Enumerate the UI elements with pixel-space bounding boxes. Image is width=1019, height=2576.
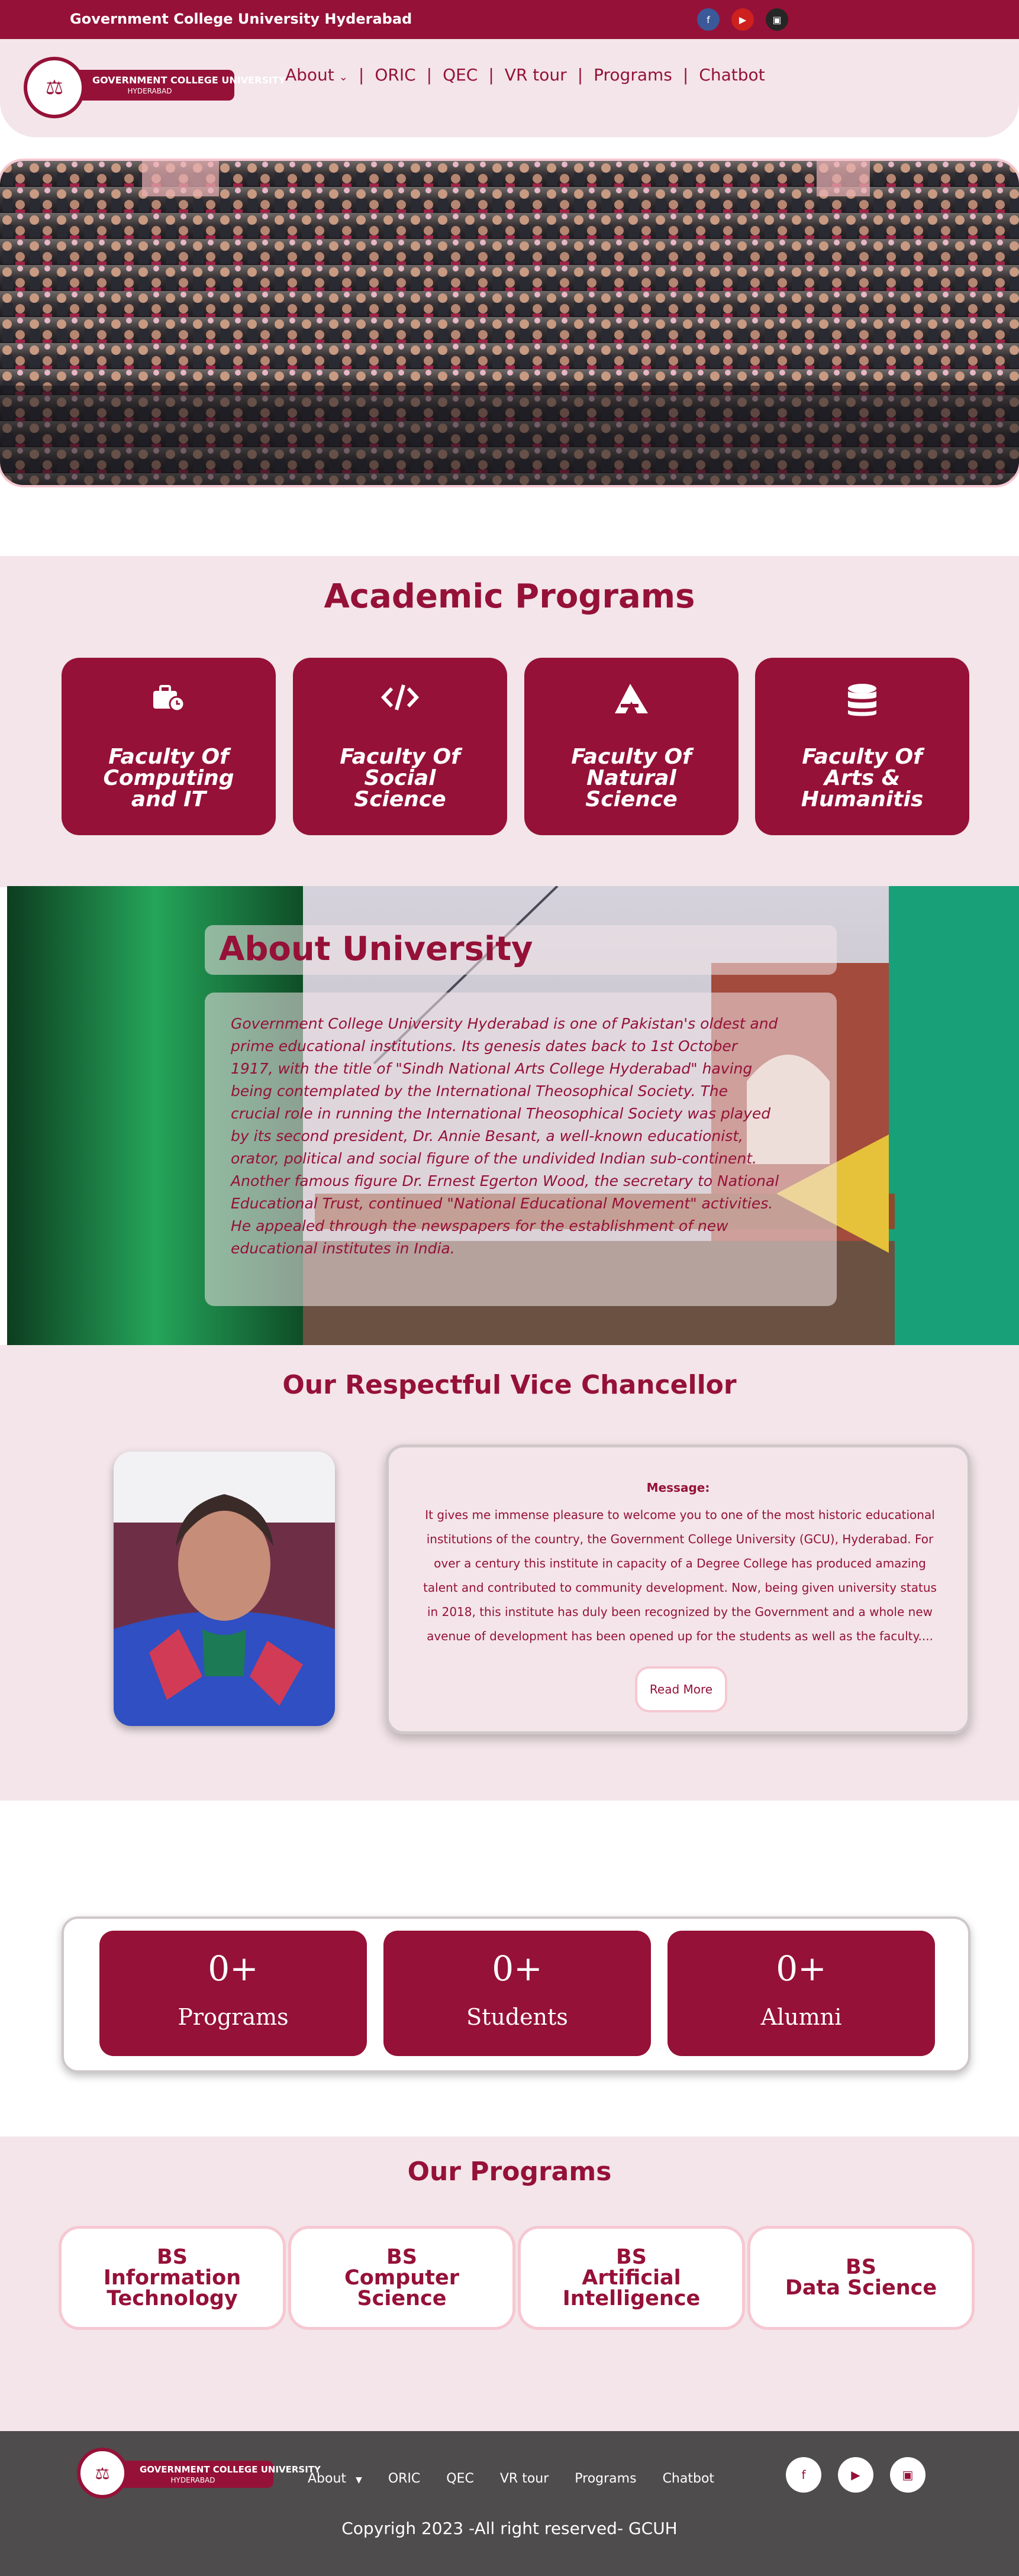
vice-chancellor-section: Our Respectful Vice Chancellor Message: … bbox=[0, 1345, 1019, 1801]
stat-programs: 0+ Programs bbox=[99, 1931, 367, 2056]
faculty-title: Faculty Of Arts & Humanitis bbox=[801, 745, 924, 812]
stats-panel: 0+ Programs 0+ Students 0+ Alumni bbox=[62, 1916, 970, 2073]
logo-band: GOVERNMENT COLLEGE UNIVERSITY HYDERABAD bbox=[65, 70, 286, 101]
copyright-text: Copyrigh 2023 -All right reserved- GCUH bbox=[341, 2519, 678, 2538]
program-card-cs[interactable]: BS Computer Science bbox=[291, 2229, 512, 2327]
stat-label: Programs bbox=[178, 2004, 289, 2030]
footer-nav: About ▼ ORIC QEC VR tour Programs Chatbot bbox=[308, 2471, 740, 2486]
nav-separator: | bbox=[426, 65, 433, 85]
instagram-icon[interactable]: ▣ bbox=[766, 8, 788, 31]
stat-value: 0+ bbox=[208, 1948, 259, 1989]
vc-title: Our Respectful Vice Chancellor bbox=[282, 1370, 737, 1400]
nav-separator: | bbox=[577, 65, 583, 85]
footer-nav-oric[interactable]: ORIC bbox=[388, 2471, 420, 2486]
faculty-title: Faculty Of Computing and IT bbox=[103, 745, 234, 812]
about-text-panel: Government College University Hyderabad … bbox=[205, 993, 837, 1306]
about-university-section: About University Government College Univ… bbox=[7, 886, 1019, 1345]
nav-programs[interactable]: Programs bbox=[583, 65, 683, 85]
academic-programs-section: Academic Programs Faculty Of Computing and… bbox=[0, 556, 1019, 887]
faculty-computing-card[interactable]: Faculty Of Computing and IT bbox=[62, 658, 276, 835]
logo-band: GOVERNMENT COLLEGE UNIVERSITY HYDERABAD bbox=[112, 2461, 321, 2488]
faculty-natural-science-card[interactable]: Faculty Of Natural Science bbox=[524, 658, 739, 835]
facebook-icon[interactable]: f bbox=[697, 8, 720, 31]
nav-separator: | bbox=[488, 65, 494, 85]
about-title: About University bbox=[205, 925, 837, 975]
database-icon bbox=[755, 683, 969, 718]
youtube-icon[interactable]: ▶ bbox=[731, 8, 754, 31]
main-nav: About ⌄ | ORIC | QEC | VR tour | Programs… bbox=[275, 65, 776, 85]
nav-separator: | bbox=[682, 65, 689, 85]
footer-nav-programs[interactable]: Programs bbox=[575, 2471, 636, 2486]
footer-nav-qec[interactable]: QEC bbox=[446, 2471, 474, 2486]
logo-line2: HYDERABAD bbox=[170, 2476, 215, 2484]
code-icon bbox=[293, 683, 507, 718]
site-footer: GOVERNMENT COLLEGE UNIVERSITY HYDERABAD … bbox=[0, 2431, 1019, 2576]
university-seal-icon: ⚖ bbox=[24, 57, 85, 118]
faculty-title: Faculty Of Natural Science bbox=[571, 745, 692, 812]
academic-programs-title: Academic Programs bbox=[324, 577, 695, 616]
nav-qec[interactable]: QEC bbox=[432, 65, 488, 85]
program-card-ds[interactable]: BS Data Science bbox=[750, 2229, 972, 2327]
vc-message-label: Message: bbox=[646, 1481, 710, 1495]
logo-line1: GOVERNMENT COLLEGE UNIVERSITY bbox=[140, 2464, 321, 2475]
briefcase-clock-icon bbox=[62, 683, 276, 718]
top-bar: Government College University Hyderabad … bbox=[0, 0, 1019, 39]
read-more-button[interactable]: Read More bbox=[637, 1669, 725, 1710]
logo-line2: HYDERABAD bbox=[127, 87, 172, 95]
site-logo[interactable]: GOVERNMENT COLLEGE UNIVERSITY HYDERABAD … bbox=[24, 57, 286, 119]
stat-label: Students bbox=[466, 2004, 568, 2030]
stat-value: 0+ bbox=[492, 1948, 543, 1989]
footer-nav-about[interactable]: About ▼ bbox=[308, 2471, 362, 2486]
footer-nav-vr-tour[interactable]: VR tour bbox=[500, 2471, 549, 2486]
footer-logo[interactable]: GOVERNMENT COLLEGE UNIVERSITY HYDERABAD … bbox=[77, 2448, 321, 2507]
nav-separator: | bbox=[358, 65, 365, 85]
nav-oric[interactable]: ORIC bbox=[364, 65, 426, 85]
university-seal-icon: ⚖ bbox=[77, 2448, 128, 2499]
facebook-icon[interactable]: f bbox=[786, 2457, 821, 2493]
stat-alumni: 0+ Alumni bbox=[667, 1931, 935, 2056]
nav-about[interactable]: About ⌄ bbox=[275, 65, 359, 85]
our-programs-title: Our Programs bbox=[407, 2157, 612, 2187]
faculty-arts-humanities-card[interactable]: Faculty Of Arts & Humanitis bbox=[755, 658, 969, 835]
letter-a-icon bbox=[524, 683, 739, 718]
footer-nav-chatbot[interactable]: Chatbot bbox=[663, 2471, 714, 2486]
instagram-icon[interactable]: ▣ bbox=[890, 2457, 926, 2493]
vc-photo bbox=[114, 1452, 335, 1726]
site-header: GOVERNMENT COLLEGE UNIVERSITY HYDERABAD … bbox=[0, 39, 1019, 137]
faculty-social-science-card[interactable]: Faculty Of Social Science bbox=[293, 658, 507, 835]
stat-value: 0+ bbox=[776, 1948, 827, 1989]
caret-down-icon: ▼ bbox=[356, 2475, 362, 2485]
program-card-ai[interactable]: BS Artificial Intelligence bbox=[521, 2229, 742, 2327]
vc-message-text: It gives me immense pleasure to welcome … bbox=[423, 1508, 937, 1643]
youtube-icon[interactable]: ▶ bbox=[838, 2457, 873, 2493]
logo-line1: GOVERNMENT COLLEGE UNIVERSITY bbox=[92, 75, 286, 86]
nav-vr-tour[interactable]: VR tour bbox=[494, 65, 578, 85]
our-programs-section: Our Programs BS Information Technology BS C… bbox=[0, 2137, 1019, 2431]
hero-group-photo bbox=[0, 161, 1019, 485]
nav-chatbot[interactable]: Chatbot bbox=[688, 65, 775, 85]
stat-students: 0+ Students bbox=[383, 1931, 651, 2056]
program-card-it[interactable]: BS Information Technology bbox=[62, 2229, 283, 2327]
crowd-image bbox=[0, 161, 1019, 485]
stat-label: Alumni bbox=[760, 2004, 842, 2030]
faculty-title: Faculty Of Social Science bbox=[340, 745, 460, 812]
chevron-down-icon: ⌄ bbox=[338, 71, 348, 83]
about-text: Government College University Hyderabad … bbox=[231, 1015, 779, 1257]
vc-message-card: Message: It gives me immense pleasure to… bbox=[386, 1444, 970, 1734]
university-name: Government College University Hyderabad bbox=[70, 11, 412, 27]
